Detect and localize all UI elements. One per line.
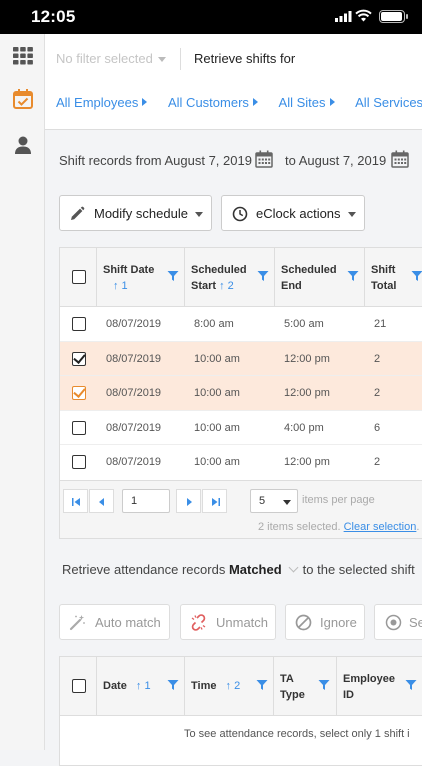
- row-checkbox[interactable]: [72, 420, 86, 435]
- divider: [180, 48, 181, 70]
- column-time[interactable]: Time ↑ 2: [185, 657, 274, 716]
- grid-menu-icon[interactable]: [12, 44, 34, 66]
- clock-icon: [232, 206, 248, 222]
- status-time: 12:05: [31, 7, 76, 26]
- filter-funnel-icon[interactable]: [167, 679, 179, 691]
- next-page-button[interactable]: [176, 488, 201, 513]
- attendance-retrieve-line: Retrieve attendance records Matched to th…: [62, 562, 415, 577]
- page-number-input[interactable]: [122, 488, 170, 513]
- filter-funnel-icon[interactable]: [405, 679, 417, 691]
- status-bar: 12:05: [0, 0, 422, 34]
- chevron-down-icon: [195, 212, 203, 217]
- filter-funnel-icon[interactable]: [347, 270, 359, 282]
- filter-funnel-icon[interactable]: [411, 270, 422, 282]
- attendance-grid-header: Date ↑ 1 Time ↑ 2 TA Type Employee ID: [60, 657, 422, 716]
- calendar-check-icon[interactable]: [12, 88, 34, 110]
- select-all-checkbox[interactable]: [72, 679, 86, 693]
- ignore-button[interactable]: Ignore: [285, 604, 365, 640]
- caret-right-icon: [329, 98, 335, 106]
- row-checkbox[interactable]: [72, 317, 86, 331]
- eclock-actions-button[interactable]: eClock actions: [221, 195, 365, 231]
- page-size-select[interactable]: 5: [250, 488, 298, 513]
- select-button[interactable]: Se: [374, 604, 422, 640]
- pencil-icon: [71, 206, 85, 220]
- selection-info: 2 items selected. Clear selection. 1: [258, 520, 422, 533]
- filter-funnel-icon[interactable]: [256, 679, 268, 691]
- filter-funnel-icon[interactable]: [257, 270, 269, 282]
- filter-bar: No filter selected Retrieve shifts for A…: [45, 34, 422, 130]
- chevron-down-icon: [283, 499, 291, 505]
- column-date[interactable]: Date ↑ 1: [97, 657, 185, 716]
- items-per-page-label: items per page: [302, 493, 375, 506]
- filter-funnel-icon[interactable]: [318, 679, 330, 691]
- chevron-down-icon[interactable]: [288, 562, 299, 573]
- radio-dot-icon: [385, 614, 402, 631]
- calendar-icon[interactable]: [255, 150, 273, 168]
- row-checkbox[interactable]: [72, 455, 86, 469]
- caret-right-icon: [252, 98, 258, 106]
- signal-icon: [335, 11, 352, 22]
- prev-page-button[interactable]: [89, 488, 114, 513]
- crumb-sites[interactable]: All Sites: [279, 95, 335, 110]
- crumb-services[interactable]: All Services: [355, 95, 422, 110]
- table-row[interactable]: 08/07/2019 8:00 am 5:00 am 21: [60, 307, 422, 342]
- column-employee-id[interactable]: Employee ID: [337, 657, 422, 716]
- clear-selection-link[interactable]: Clear selection: [344, 521, 417, 533]
- battery-icon: [379, 10, 408, 23]
- unmatch-button[interactable]: Unmatch: [180, 604, 276, 640]
- crumb-employees[interactable]: All Employees: [56, 95, 148, 110]
- first-page-icon: [72, 497, 80, 506]
- next-page-icon: [187, 497, 192, 506]
- retrieve-shifts-label: Retrieve shifts for: [194, 51, 296, 66]
- date-range-from: Shift records from August 7, 2019: [59, 153, 252, 168]
- row-checkbox[interactable]: [72, 351, 86, 366]
- filter-crumbs: All Employees All Customers All Sites Al…: [56, 95, 422, 110]
- table-row[interactable]: 08/07/2019 10:00 am 12:00 pm 2: [60, 376, 422, 411]
- attendance-empty-message: To see attendance records, select only 1…: [184, 728, 410, 740]
- select-all-cell: [60, 248, 97, 307]
- last-page-button[interactable]: [202, 488, 227, 513]
- modify-schedule-button[interactable]: Modify schedule: [59, 195, 212, 231]
- sidebar: [0, 34, 45, 750]
- first-page-button[interactable]: [63, 488, 88, 513]
- user-icon[interactable]: [12, 134, 34, 156]
- column-scheduled-end[interactable]: Scheduled End: [275, 248, 365, 307]
- select-all-cell: [60, 657, 97, 716]
- row-checkbox[interactable]: [72, 386, 86, 400]
- column-shift-date[interactable]: Shift Date ↑ 1: [97, 248, 185, 307]
- table-row[interactable]: 08/07/2019 10:00 am 12:00 pm 2: [60, 445, 422, 480]
- table-row[interactable]: 08/07/2019 10:00 am 12:00 pm 2: [60, 341, 422, 376]
- chevron-down-icon: [348, 212, 356, 217]
- filter-funnel-icon[interactable]: [167, 270, 179, 282]
- shifts-grid-header: Shift Date ↑ 1 Scheduled Start ↑ 2 Schedul…: [60, 248, 422, 307]
- wifi-icon: [355, 9, 372, 22]
- caret-right-icon: [142, 98, 148, 106]
- table-row[interactable]: 08/07/2019 10:00 am 4:00 pm 6: [60, 411, 422, 445]
- column-ta-type[interactable]: TA Type: [274, 657, 337, 716]
- shifts-grid: Shift Date ↑ 1 Scheduled Start ↑ 2 Schedul…: [59, 247, 422, 539]
- filter-select[interactable]: No filter selected: [56, 51, 153, 66]
- last-page-icon: [212, 497, 220, 506]
- date-range-to: to August 7, 2019: [285, 153, 387, 168]
- attendance-mode-select[interactable]: Matched: [229, 562, 282, 577]
- unlink-icon: [191, 614, 206, 631]
- crumb-customers[interactable]: All Customers: [168, 95, 258, 110]
- column-shift-total[interactable]: Shift Total: [365, 248, 422, 307]
- chevron-down-icon[interactable]: [158, 57, 166, 62]
- auto-match-button[interactable]: Auto match: [59, 604, 170, 640]
- ban-icon: [295, 614, 312, 631]
- column-scheduled-start[interactable]: Scheduled Start ↑ 2: [185, 248, 275, 307]
- pager: 5 items per page 2 items selected. Clear…: [60, 479, 422, 538]
- prev-page-icon: [99, 497, 104, 506]
- calendar-icon[interactable]: [391, 150, 409, 168]
- magic-wand-icon: [69, 615, 85, 631]
- select-all-checkbox[interactable]: [72, 270, 86, 284]
